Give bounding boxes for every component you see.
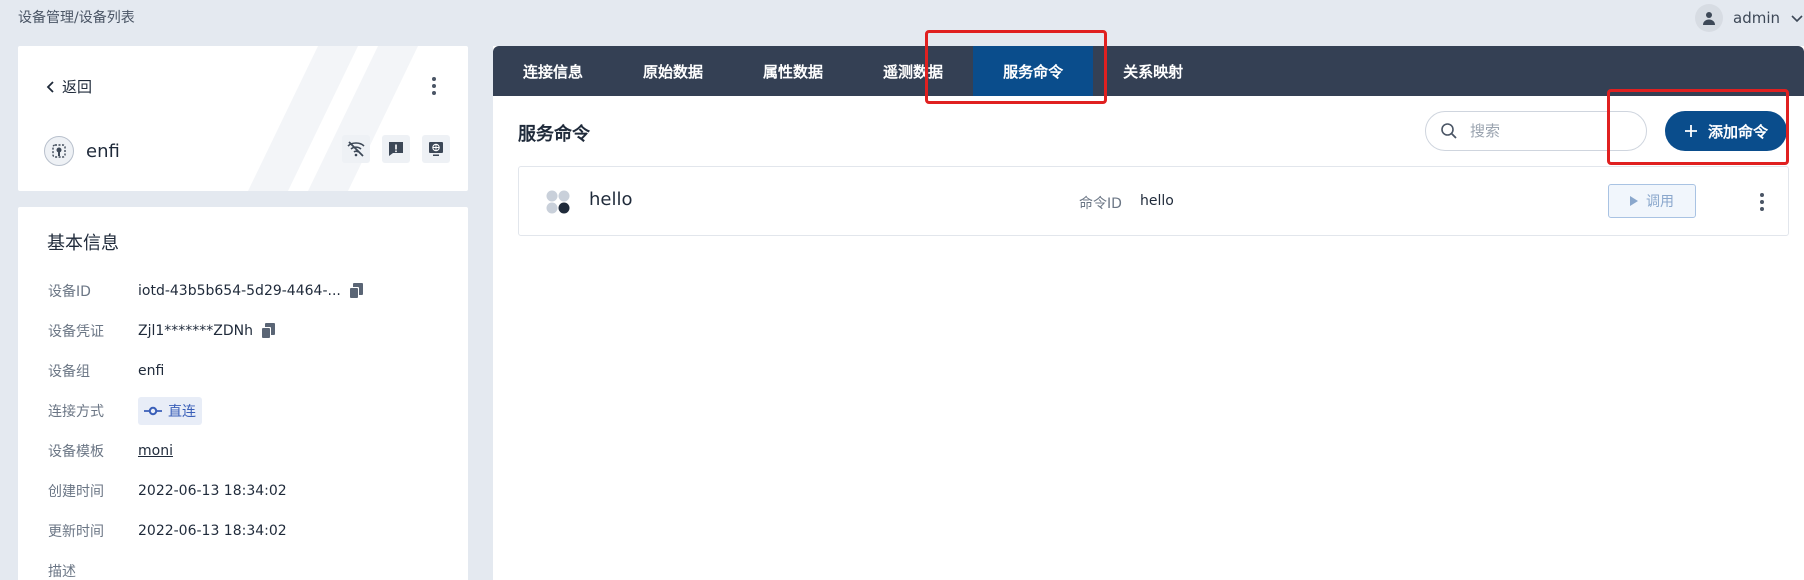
search-icon — [1441, 123, 1457, 139]
info-key: 描述 — [48, 564, 76, 580]
play-icon — [1630, 196, 1638, 206]
invoke-label: 调用 — [1646, 194, 1674, 210]
info-row-credential: 设备凭证 Zjl1*******ZDNh — [48, 311, 458, 351]
device-chip-icon — [44, 136, 74, 166]
device-id-value: iotd-43b5b654-5d29-4464-... — [138, 283, 341, 299]
decorative-stripes — [248, 46, 418, 191]
basic-info-title: 基本信息 — [47, 233, 119, 254]
direct-connect-icon — [144, 406, 162, 416]
device-card — [18, 46, 468, 191]
annotation-box-button — [1607, 89, 1789, 165]
username[interactable]: admin — [1733, 9, 1780, 27]
command-id-value: hello — [1140, 193, 1174, 209]
info-key: 更新时间 — [48, 524, 104, 540]
credential-value: Zjl1*******ZDNh — [138, 323, 253, 339]
device-group-value: enfi — [138, 363, 165, 379]
more-vertical-icon[interactable] — [431, 76, 437, 96]
info-row-device-group: 设备组 enfi — [48, 351, 458, 391]
top-bar: 设备管理/设备列表 admin — [0, 0, 1804, 34]
info-row-template: 设备模板 moni — [48, 431, 458, 471]
info-row-created: 创建时间 2022-06-13 18:34:02 — [48, 471, 458, 511]
info-row-updated: 更新时间 2022-06-13 18:34:02 — [48, 511, 458, 551]
info-key: 设备凭证 — [48, 324, 104, 340]
chevron-down-icon[interactable] — [1790, 11, 1804, 25]
created-time-value: 2022-06-13 18:34:02 — [138, 483, 287, 499]
invoke-button[interactable]: 调用 — [1608, 184, 1696, 218]
section-title: 服务命令 — [518, 124, 590, 145]
tab-relation-mapping[interactable]: 关系映射 — [1093, 46, 1213, 96]
breadcrumb[interactable]: 设备管理/设备列表 — [18, 7, 135, 27]
basic-info-list: 设备ID iotd-43b5b654-5d29-4464-... 设备凭证 Zj… — [48, 271, 458, 580]
user-avatar-icon[interactable] — [1695, 4, 1723, 32]
more-vertical-icon[interactable] — [1759, 192, 1765, 212]
info-row-description: 描述 — [48, 551, 458, 580]
device-name: enfi — [86, 140, 120, 162]
info-row-device-id: 设备ID iotd-43b5b654-5d29-4464-... — [48, 271, 458, 311]
globe-screen-icon[interactable] — [422, 135, 450, 163]
copy-icon[interactable] — [261, 323, 275, 339]
connection-type-badge: 直连 — [138, 397, 202, 425]
back-label: 返回 — [62, 78, 93, 96]
command-row: hello 命令ID hello 调用 — [518, 166, 1789, 236]
info-row-connection: 连接方式 直连 — [48, 391, 458, 431]
device-template-link[interactable]: moni — [138, 443, 173, 459]
annotation-box-tab — [925, 30, 1107, 104]
tab-bar: 连接信息 原始数据 属性数据 遥测数据 服务命令 关系映射 — [493, 46, 1804, 96]
device-header: enfi — [44, 136, 120, 166]
basic-info-card: 基本信息 设备ID iotd-43b5b654-5d29-4464-... 设备… — [18, 207, 468, 580]
user-menu[interactable]: admin — [1695, 4, 1804, 32]
back-button[interactable]: 返回 — [46, 76, 92, 97]
tab-raw-data[interactable]: 原始数据 — [613, 46, 733, 96]
info-key: 设备ID — [48, 284, 91, 300]
info-key: 连接方式 — [48, 404, 104, 420]
search-input[interactable] — [1470, 122, 1620, 140]
info-key: 设备模板 — [48, 444, 104, 460]
info-key: 设备组 — [48, 364, 90, 380]
wifi-off-icon[interactable] — [342, 135, 370, 163]
tab-connection-info[interactable]: 连接信息 — [493, 46, 613, 96]
tab-property-data[interactable]: 属性数据 — [733, 46, 853, 96]
alert-icon[interactable] — [382, 135, 410, 163]
updated-time-value: 2022-06-13 18:34:02 — [138, 523, 287, 539]
info-key: 创建时间 — [48, 484, 104, 500]
copy-icon[interactable] — [348, 283, 363, 299]
command-name: hello — [589, 189, 633, 210]
chevron-left-icon — [46, 80, 54, 93]
connection-type-value: 直连 — [168, 404, 196, 420]
command-icon — [546, 190, 570, 214]
command-id-label: 命令ID — [1079, 196, 1122, 212]
